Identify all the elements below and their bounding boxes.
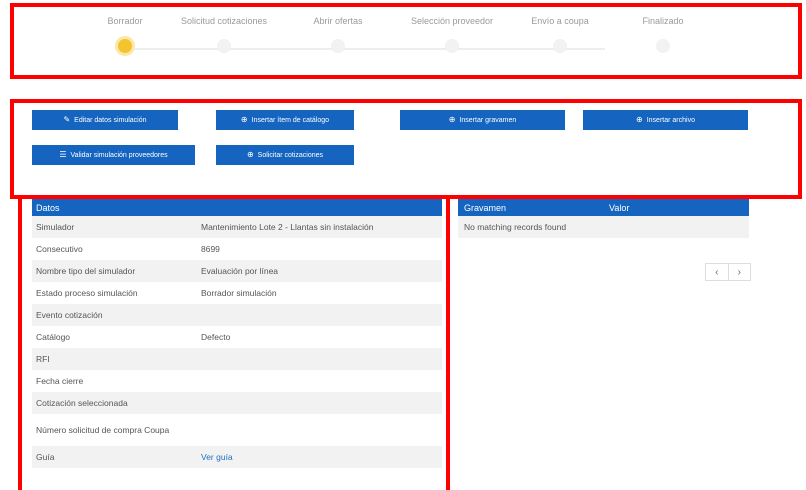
chevron-left-icon[interactable]: ‹ xyxy=(706,264,728,280)
step-finalizado: Finalizado xyxy=(608,14,718,53)
table-row: Catálogo Defecto xyxy=(32,326,442,348)
table-row: Guía Ver guía xyxy=(32,446,442,468)
row-value xyxy=(197,414,442,446)
row-key: Fecha cierre xyxy=(36,376,84,386)
insert-file-button[interactable]: ⊕ Insertar archivo xyxy=(583,110,748,130)
step-label: Finalizado xyxy=(642,16,684,26)
row-key: Guía xyxy=(32,446,197,468)
row-value: Defecto xyxy=(201,332,231,342)
row-key: Cotización seleccionada xyxy=(32,392,197,414)
row-key: Catálogo xyxy=(36,332,71,342)
step-label: Borrador xyxy=(107,16,143,26)
button-label: Insertar archivo xyxy=(646,116,695,124)
step-dot xyxy=(656,39,670,53)
step-abrir-ofertas: Abrir ofertas xyxy=(283,14,393,53)
row-key: Simulador xyxy=(32,216,197,238)
validate-suppliers-button[interactable]: ☰ Validar simulación proveedores xyxy=(32,145,195,165)
plus-circle-icon: ⊕ xyxy=(636,115,643,124)
step-dot xyxy=(331,39,345,53)
button-label: Validar simulación proveedores xyxy=(70,151,168,159)
table-row: Cotización seleccionada xyxy=(32,392,442,414)
edit-simulation-button[interactable]: ✎ Editar datos simulación xyxy=(32,110,178,130)
request-quotes-button[interactable]: ⊕ Solicitar cotizaciones xyxy=(216,145,354,165)
row-value: Mantenimiento Lote 2 - Llantas sin insta… xyxy=(197,216,442,238)
table-row: Número solicitud de compra Coupa xyxy=(32,414,442,446)
step-dot xyxy=(217,39,231,53)
insert-tax-button[interactable]: ⊕ Insertar gravamen xyxy=(400,110,565,130)
row-key: Evento cotización xyxy=(32,304,197,326)
row-key: Estado proceso simulación xyxy=(36,288,138,298)
row-key: Consecutivo xyxy=(36,244,83,254)
row-value xyxy=(197,370,442,392)
list-check-icon: ☰ xyxy=(59,150,67,159)
row-key: RFI xyxy=(32,348,197,370)
row-value: Evaluación por línea xyxy=(197,260,442,282)
button-label: Editar datos simulación xyxy=(74,116,147,124)
progress-stepper: Borrador Solicitud cotizaciones Abrir of… xyxy=(80,14,720,64)
table-row: Estado proceso simulación Borrador simul… xyxy=(32,282,442,304)
datos-header: Datos xyxy=(32,199,442,216)
step-label: Abrir ofertas xyxy=(313,16,363,26)
row-value xyxy=(197,392,442,414)
column-header-gravamen[interactable]: Gravamen xyxy=(458,199,603,216)
edit-icon: ✎ xyxy=(63,115,71,124)
plus-circle-icon: ⊕ xyxy=(240,115,248,124)
insert-catalog-item-button[interactable]: ⊕ Insertar ítem de catálogo xyxy=(216,110,354,130)
step-solicitud-cotizaciones: Solicitud cotizaciones xyxy=(169,14,279,53)
datos-table: Datos Simulador Mantenimiento Lote 2 - L… xyxy=(32,199,442,468)
button-label: Solicitar cotizaciones xyxy=(257,151,324,159)
datos-header-row: Datos xyxy=(32,199,442,216)
step-label: Solicitud cotizaciones xyxy=(180,16,268,26)
table-row: Evento cotización xyxy=(32,304,442,326)
gravamen-table: Gravamen Valor No matching records found xyxy=(458,199,749,238)
row-value: Borrador simulación xyxy=(201,288,277,298)
step-envio-coupa: Envío a coupa xyxy=(505,14,615,53)
step-borrador: Borrador xyxy=(70,14,180,53)
table-row: Consecutivo 8699 xyxy=(32,238,442,260)
view-guide-link[interactable]: Ver guía xyxy=(201,452,233,462)
pagination: ‹ › xyxy=(705,263,751,281)
row-value: 8699 xyxy=(201,244,220,254)
step-dot xyxy=(553,39,567,53)
row-value xyxy=(197,348,442,370)
step-seleccion-proveedor: Selección proveedor xyxy=(397,14,507,53)
button-label: Insertar gravamen xyxy=(459,116,517,124)
table-row: Fecha cierre xyxy=(32,370,442,392)
empty-message: No matching records found xyxy=(458,216,749,238)
step-dot xyxy=(445,39,459,53)
plus-circle-outline-icon: ⊕ xyxy=(246,150,254,159)
row-value: Ver guía xyxy=(197,446,442,468)
table-row: Simulador Mantenimiento Lote 2 - Llantas… xyxy=(32,216,442,238)
row-key: Nombre tipo del simulador xyxy=(32,260,197,282)
plus-circle-icon: ⊕ xyxy=(448,115,456,124)
table-row: Nombre tipo del simulador Evaluación por… xyxy=(32,260,442,282)
table-row: RFI xyxy=(32,348,442,370)
button-label: Insertar ítem de catálogo xyxy=(251,116,330,124)
row-value xyxy=(197,304,442,326)
gravamen-header-row: Gravamen Valor xyxy=(458,199,749,216)
chevron-right-icon[interactable]: › xyxy=(727,264,751,280)
column-header-valor[interactable]: Valor xyxy=(603,199,749,216)
row-key: Número solicitud de compra Coupa xyxy=(36,424,170,435)
table-row: No matching records found xyxy=(458,216,749,238)
step-label: Selección proveedor xyxy=(410,16,494,26)
step-label: Envío a coupa xyxy=(531,16,589,26)
step-dot-active xyxy=(118,39,132,53)
